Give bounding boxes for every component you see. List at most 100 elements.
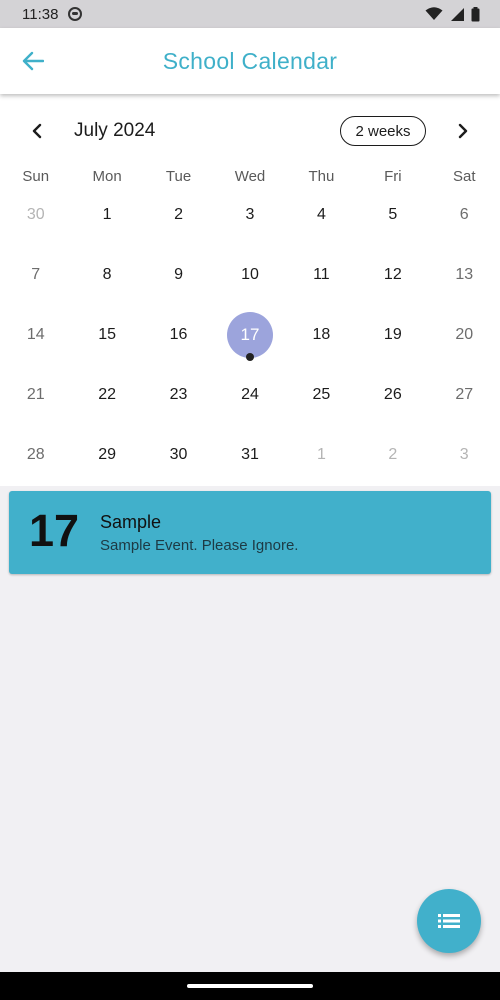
event-card[interactable]: 17 Sample Sample Event. Please Ignore. [9,491,491,574]
day-number: 26 [383,386,402,403]
day-cell[interactable]: 1 [71,185,142,245]
day-cell[interactable]: 12 [357,245,428,305]
day-number: 28 [26,446,45,463]
wifi-icon [425,7,443,20]
calendar-grid: 30 1 2 3 4 5 6 7 8 9 10 11 12 13 14 15 16 17 18 19 20 21 22 23 2… [0,185,500,485]
day-cell-selected[interactable]: 17 [214,305,285,365]
day-number: 2 [174,206,183,223]
day-number: 25 [312,386,331,403]
page-title: School Calendar [162,47,338,74]
day-cell[interactable]: 14 [0,305,71,365]
home-gesture-handle[interactable] [187,984,313,988]
day-cell[interactable]: 1 [286,425,357,485]
week-row: 14 15 16 17 18 19 20 [0,305,500,365]
day-cell[interactable]: 25 [286,365,357,425]
day-number: 30 [169,446,188,463]
week-row: 7 8 9 10 11 12 13 [0,245,500,305]
system-navigation-bar [0,972,500,1000]
day-number: 1 [316,446,326,463]
day-cell[interactable]: 19 [357,305,428,365]
day-number: 14 [26,326,45,343]
calendar: July 2024 2 weeks Sun Mon Tue Wed Thu Fr… [0,94,500,486]
day-cell[interactable]: 24 [214,365,285,425]
week-row: 28 29 30 31 1 2 3 [0,425,500,485]
day-cell[interactable]: 29 [71,425,142,485]
month-label: July 2024 [74,120,156,141]
day-number: 10 [241,266,259,283]
previous-month-button[interactable] [24,118,50,144]
day-cell[interactable]: 15 [71,305,142,365]
format-toggle-button[interactable]: 2 weeks [340,116,426,146]
day-number: 8 [102,266,112,283]
day-cell[interactable]: 30 [143,425,214,485]
next-month-button[interactable] [450,118,476,144]
battery-icon [471,6,480,21]
chevron-left-icon [32,123,42,139]
app-bar: School Calendar [0,28,500,94]
day-number: 22 [98,386,117,403]
back-button[interactable] [18,46,48,76]
day-cell[interactable]: 3 [429,425,500,485]
day-cell[interactable]: 26 [357,365,428,425]
day-number: 5 [388,206,398,223]
arrow-left-icon [22,51,44,71]
day-number: 27 [455,386,474,403]
day-cell[interactable]: 4 [286,185,357,245]
day-number: 15 [98,326,117,343]
day-number: 2 [388,446,398,463]
day-number: 17 [240,325,260,344]
day-cell[interactable]: 20 [429,305,500,365]
day-number: 12 [383,266,402,283]
day-number: 30 [26,206,45,223]
day-cell[interactable]: 31 [214,425,285,485]
calendar-header: July 2024 2 weeks [0,116,500,146]
day-number: 29 [98,446,117,463]
chevron-right-icon [458,123,468,139]
day-cell[interactable]: 28 [0,425,71,485]
day-number: 3 [459,446,469,463]
day-number: 4 [316,206,326,223]
day-cell[interactable]: 6 [429,185,500,245]
week-row: 30 1 2 3 4 5 6 [0,185,500,245]
day-cell[interactable]: 8 [71,245,142,305]
day-number: 18 [312,326,331,343]
day-cell[interactable]: 2 [357,425,428,485]
day-number: 7 [31,266,41,283]
day-number: 6 [459,206,469,223]
day-number: 20 [455,326,474,343]
day-cell[interactable]: 16 [143,305,214,365]
day-number: 13 [455,266,474,283]
day-cell[interactable]: 2 [143,185,214,245]
day-cell[interactable]: 18 [286,305,357,365]
event-list-button[interactable] [417,889,481,953]
event-marker-dot [245,353,254,361]
day-cell[interactable]: 5 [357,185,428,245]
day-number: 23 [169,386,188,403]
day-cell[interactable]: 9 [143,245,214,305]
day-number: 3 [245,206,255,223]
day-cell[interactable]: 27 [429,365,500,425]
day-number: 16 [169,326,188,343]
event-day-number: 17 [29,505,80,556]
day-cell[interactable]: 21 [0,365,71,425]
day-cell[interactable]: 7 [0,245,71,305]
list-icon [438,914,460,928]
day-cell[interactable]: 10 [214,245,285,305]
day-cell[interactable]: 13 [429,245,500,305]
week-row: 21 22 23 24 25 26 27 [0,365,500,425]
day-cell[interactable]: 3 [214,185,285,245]
day-number: 24 [241,386,259,403]
day-cell[interactable]: 11 [286,245,357,305]
day-cell[interactable]: 23 [143,365,214,425]
event-title: Sample [100,512,162,532]
day-number: 11 [313,266,330,283]
day-cell[interactable]: 22 [71,365,142,425]
status-time: 11:38 [22,5,59,23]
day-number: 31 [241,446,259,463]
cell-signal-icon [451,7,464,21]
day-cell[interactable]: 30 [0,185,71,245]
event-description: Sample Event. Please Ignore. [100,537,299,554]
day-number: 1 [102,206,112,223]
notification-icon [68,7,83,21]
day-number: 9 [174,266,183,283]
